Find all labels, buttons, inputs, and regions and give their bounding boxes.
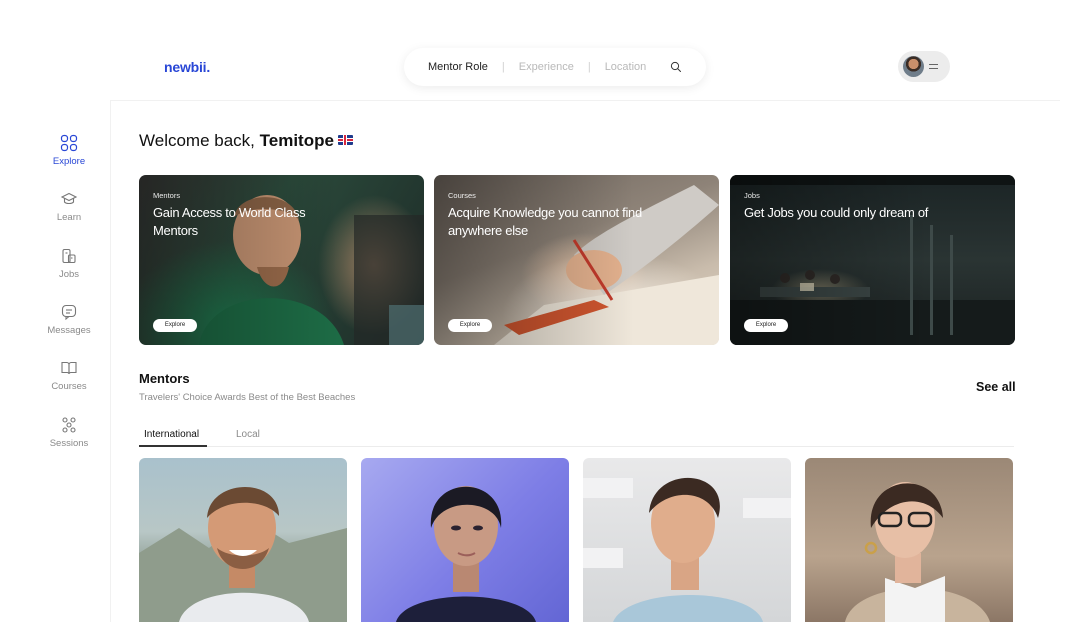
welcome-heading: Welcome back, Temitope [139,131,353,151]
sidebar-item-label: Sessions [49,438,89,449]
card-headline: Gain Access to World Class Mentors [153,205,306,238]
profile-menu[interactable] [898,51,950,82]
card-kicker: Mentors [153,191,181,200]
mentor-card[interactable] [139,458,347,622]
user-name: Temitope [259,131,334,150]
menu-icon[interactable] [929,64,938,69]
explore-jobs-button[interactable]: Explore [744,319,788,332]
card-kicker: Jobs [744,191,760,200]
search-bar[interactable]: Mentor Role | Experience | Location [404,48,706,86]
avatar[interactable] [903,56,924,77]
courses-card[interactable]: Courses Acquire Knowledge you cannot fin… [434,175,719,345]
tab-international[interactable]: International [144,429,199,440]
search-separator: | [587,61,591,73]
search-separator: | [501,61,505,73]
card-headline: Get Jobs you could only dream of [744,205,929,220]
search-segment-location[interactable]: Location [605,61,647,73]
mentor-card[interactable] [805,458,1013,622]
sidebar-item-jobs[interactable]: Jobs [40,247,98,280]
search-icon[interactable] [670,61,682,73]
mentor-photo [139,486,347,622]
chat-icon [60,303,78,321]
active-tab-indicator [139,445,207,447]
explore-courses-button[interactable]: Explore [448,319,492,332]
welcome-prefix: Welcome back, [139,131,260,150]
sidebar-item-courses[interactable]: Courses [40,359,98,392]
sidebar-item-learn[interactable]: Learn [40,190,98,223]
mentor-photo [396,486,536,622]
sidebar-item-messages[interactable]: Messages [40,303,98,336]
jobs-card[interactable]: Jobs Get Jobs you could only dream of Ex… [730,175,1015,345]
logo[interactable]: newbii. [164,59,210,75]
card-headline: Acquire Knowledge you cannot find anywhe… [448,205,642,238]
mentors-card[interactable]: Mentors Gain Access to World Class Mento… [139,175,424,345]
mentor-photo [583,477,791,622]
mentor-card[interactable] [361,458,569,622]
people-icon [60,416,78,434]
mentors-section-subtitle: Travelers' Choice Awards Best of the Bes… [139,392,356,403]
sidebar-divider [110,100,111,622]
sidebar-item-label: Jobs [58,269,80,280]
grid-icon [60,134,78,152]
mentor-photo [845,482,990,622]
search-segment-mentor-role[interactable]: Mentor Role [428,61,488,73]
sidebar-item-label: Courses [51,381,87,392]
mentor-card[interactable] [583,458,791,622]
card-kicker: Courses [448,191,476,200]
book-icon [60,359,78,377]
sidebar-item-explore[interactable]: Explore [40,134,98,167]
tab-local[interactable]: Local [236,429,260,440]
sidebar-item-sessions[interactable]: Sessions [40,416,98,449]
graduation-cap-icon [60,190,78,208]
see-all-link[interactable]: See all [976,380,1016,394]
uk-flag-icon [337,135,353,145]
sidebar-item-label: Messages [47,325,91,336]
sidebar-item-label: Explore [52,156,86,167]
mentors-section-title: Mentors [139,371,190,386]
sidebar-item-label: Learn [56,212,82,223]
search-segment-experience[interactable]: Experience [519,61,574,73]
tabs-divider [139,446,1014,447]
explore-mentors-button[interactable]: Explore [153,319,197,332]
header-divider [110,100,1060,101]
briefcase-icon [60,247,78,265]
